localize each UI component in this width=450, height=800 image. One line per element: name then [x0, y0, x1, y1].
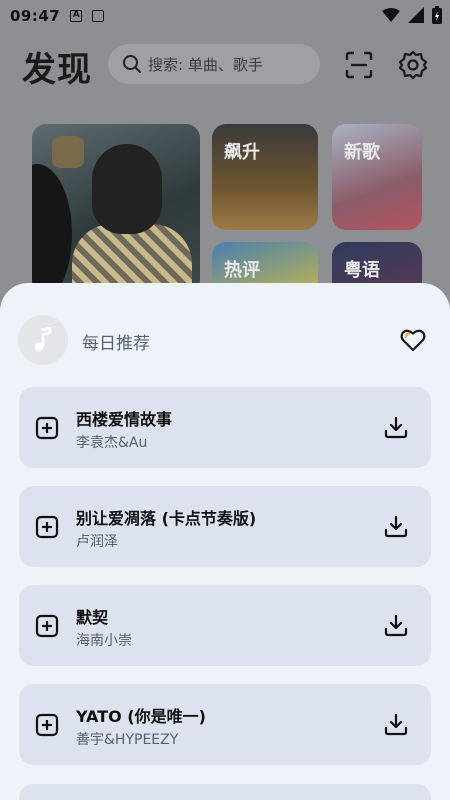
- song-card[interactable]: 别让爱凋落 (卡点节奏版) 卢润泽: [19, 486, 431, 567]
- download-icon[interactable]: [383, 712, 409, 738]
- scan-icon[interactable]: [344, 50, 374, 80]
- song-title: 西楼爱情故事: [76, 410, 173, 429]
- settings-icon[interactable]: [398, 50, 428, 80]
- battery-charging-icon: [432, 6, 442, 24]
- category-label: 飙升: [224, 142, 260, 163]
- artist-head-image: [92, 144, 162, 234]
- add-to-playlist-icon[interactable]: [35, 713, 59, 737]
- song-title: 默契: [76, 608, 109, 627]
- sheet-title: 每日推荐: [82, 334, 150, 354]
- category-label: 粤语: [344, 260, 380, 281]
- category-label: 新歌: [344, 142, 380, 163]
- song-title: 别让爱凋落 (卡点节奏版): [76, 509, 257, 528]
- wifi-icon: [382, 8, 400, 22]
- search-input[interactable]: 搜索: 单曲、歌手: [108, 44, 320, 84]
- song-card[interactable]: [19, 784, 431, 800]
- category-tile-soaring[interactable]: 飙升: [212, 124, 318, 230]
- song-title: YATO (你是唯一): [76, 707, 206, 726]
- status-time: 09:47: [10, 7, 61, 25]
- square-icon: [92, 10, 105, 22]
- header: 发现 搜索: 单曲、歌手: [0, 40, 450, 92]
- diamond-icon: [52, 136, 84, 168]
- a-icon: A: [70, 10, 83, 22]
- search-icon: [123, 55, 141, 73]
- avatar: [18, 315, 68, 365]
- featured-banner[interactable]: [32, 124, 200, 294]
- song-card[interactable]: 西楼爱情故事 李袁杰&Au: [19, 387, 431, 468]
- music-note-icon: [34, 327, 52, 352]
- song-artist: 善宇&HYPEEZY: [76, 732, 179, 748]
- song-card[interactable]: 默契 海南小崇: [19, 585, 431, 666]
- add-to-playlist-icon[interactable]: [35, 515, 59, 539]
- sheet-header: 每日推荐: [18, 315, 432, 365]
- add-to-playlist-icon[interactable]: [35, 416, 59, 440]
- download-icon[interactable]: [383, 514, 409, 540]
- status-bar: 09:47 A: [0, 0, 450, 32]
- download-icon[interactable]: [383, 415, 409, 441]
- add-to-playlist-icon[interactable]: [35, 614, 59, 638]
- category-tile-new[interactable]: 新歌: [332, 124, 422, 230]
- heart-icon[interactable]: [400, 327, 426, 353]
- signal-icon: [408, 7, 424, 23]
- song-artist: 海南小崇: [76, 633, 132, 649]
- song-card[interactable]: YATO (你是唯一) 善宇&HYPEEZY: [19, 684, 431, 765]
- vinyl-disc-image: [32, 164, 72, 294]
- song-artist: 李袁杰&Au: [76, 435, 148, 451]
- download-icon[interactable]: [383, 613, 409, 639]
- song-artist: 卢润泽: [76, 534, 118, 550]
- category-label: 热评: [224, 260, 260, 281]
- search-placeholder: 搜索: 单曲、歌手: [148, 55, 263, 74]
- page-title: 发现: [22, 50, 92, 90]
